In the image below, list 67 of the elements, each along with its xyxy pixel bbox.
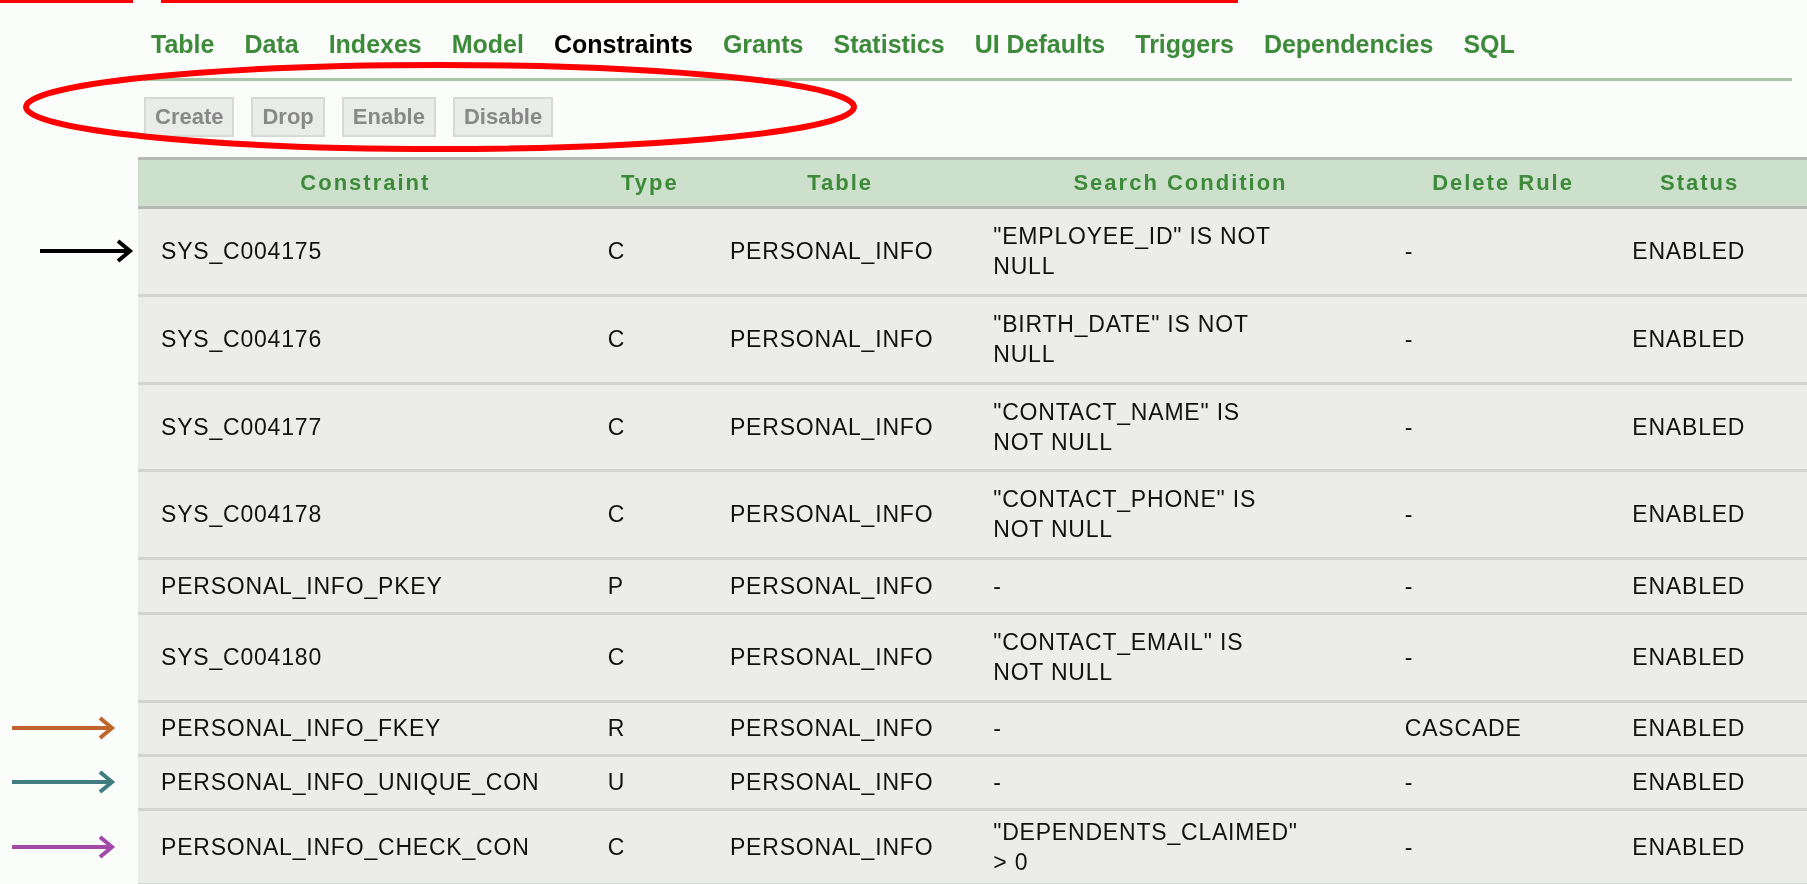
table-cell: C	[592, 613, 707, 701]
table-cell: PERSONAL_INFO	[706, 295, 974, 383]
table-cell: "CONTACT_PHONE" IS NOT NULL	[973, 470, 1388, 558]
table-cell: ENABLED	[1618, 383, 1782, 470]
table-cell: -	[1387, 295, 1619, 383]
table-cell: ENABLED	[1618, 701, 1782, 755]
column-header: Type	[592, 158, 707, 207]
table-cell: ENABLED	[1618, 207, 1782, 295]
table-cell: C	[592, 383, 707, 470]
table-cell: "DEPENDENTS_CLAIMED" > 0	[973, 809, 1388, 884]
table-cell: -	[1387, 558, 1619, 613]
tab[interactable]: Constraints	[553, 26, 693, 64]
table-cell: C	[592, 295, 707, 383]
table-cell: -	[973, 701, 1388, 755]
tab[interactable]: Grants	[722, 26, 804, 64]
column-header: Table	[706, 158, 974, 207]
table-cell: PERSONAL_INFO	[706, 470, 974, 558]
table-cell: SYS_C004180	[138, 613, 593, 701]
column-header: Constraint	[138, 158, 593, 207]
column-header: Search Condition	[973, 158, 1388, 207]
table-cell: "CONTACT_NAME" IS NOT NULL	[973, 383, 1388, 470]
table-cell: ENABLED	[1618, 809, 1782, 884]
table-cell: -	[1387, 470, 1619, 558]
table-cell: R	[592, 701, 707, 755]
table-cell: PERSONAL_INFO	[706, 701, 974, 755]
table-cell: P	[592, 558, 707, 613]
table-cell: SYS_C004176	[138, 295, 593, 383]
table-cell: "CONTACT_EMAIL" IS NOT NULL	[973, 613, 1388, 701]
table-cell: SYS_C004178	[138, 470, 593, 558]
table-cell: SYS_C004177	[138, 383, 593, 470]
tab[interactable]: Data	[244, 26, 299, 64]
table-cell: -	[1387, 755, 1619, 809]
column-header: Status	[1618, 158, 1782, 207]
tab[interactable]: Dependencies	[1263, 26, 1434, 64]
table-cell: -	[1387, 613, 1619, 701]
table-cell: ENABLED	[1618, 295, 1782, 383]
table-cell: PERSONAL_INFO	[706, 383, 974, 470]
table-cell: "EMPLOYEE_ID" IS NOT NULL	[973, 207, 1388, 295]
table-cell: PERSONAL_INFO	[706, 558, 974, 613]
table-cell: U	[592, 755, 707, 809]
table-cell: ENABLED	[1618, 558, 1782, 613]
table-cell: PERSONAL_INFO	[706, 613, 974, 701]
table-cell: -	[1387, 383, 1619, 470]
table-cell: C	[592, 809, 707, 884]
tab[interactable]: Triggers	[1135, 26, 1234, 64]
tab[interactable]: Table	[151, 26, 215, 64]
table-cell: -	[973, 558, 1388, 613]
table-cell: ENABLED	[1618, 755, 1782, 809]
table-cell: C	[592, 470, 707, 558]
tab[interactable]: UI Defaults	[974, 26, 1106, 64]
table-cell: "BIRTH_DATE" IS NOT NULL	[973, 295, 1388, 383]
table-cell: -	[1387, 809, 1619, 884]
tab[interactable]: Statistics	[833, 26, 945, 64]
table-cell: -	[1387, 207, 1619, 295]
table-cell: -	[973, 755, 1388, 809]
table-cell: ENABLED	[1618, 470, 1782, 558]
table-cell: ENABLED	[1618, 613, 1782, 701]
table-cell: PERSONAL_INFO	[706, 809, 974, 884]
table-cell: PERSONAL_INFO_PKEY	[138, 558, 593, 613]
tab[interactable]: Indexes	[328, 26, 422, 64]
tab[interactable]: SQL	[1463, 26, 1515, 64]
table-cell: PERSONAL_INFO	[706, 207, 974, 295]
tab[interactable]: Model	[451, 26, 524, 64]
table-cell: CASCADE	[1387, 701, 1619, 755]
column-header: Delete Rule	[1387, 158, 1619, 207]
table-cell: C	[592, 207, 707, 295]
table-cell: PERSONAL_INFO	[706, 755, 974, 809]
